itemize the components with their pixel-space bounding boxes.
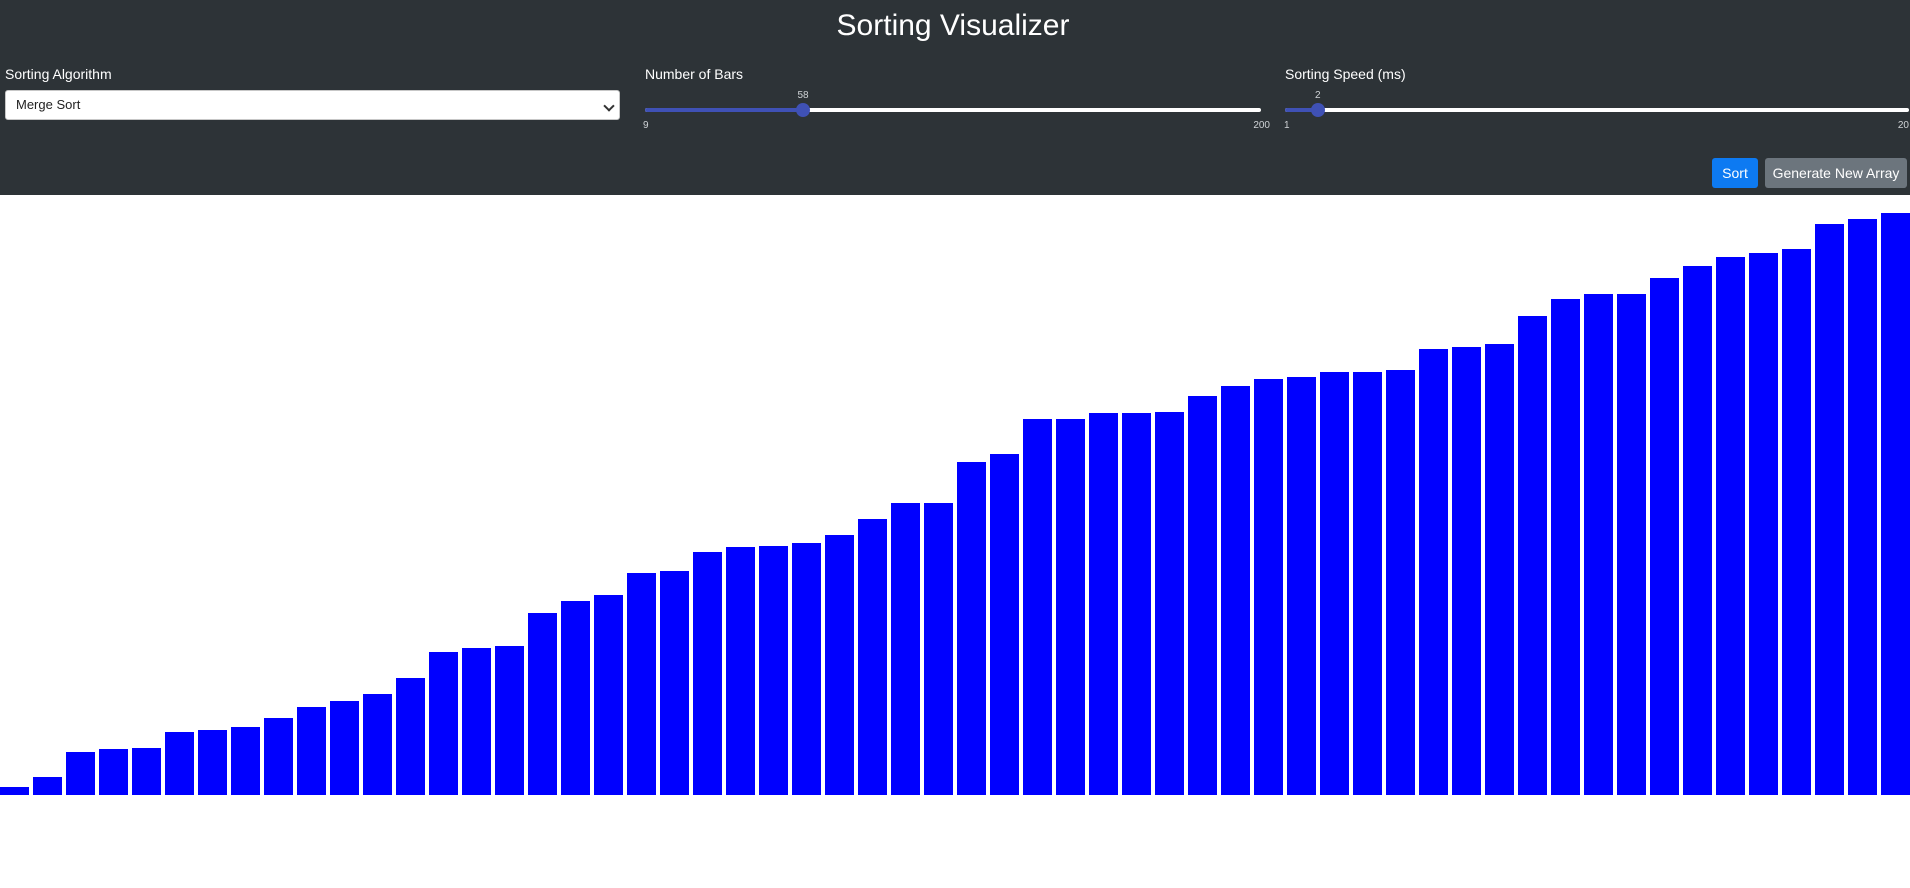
array-bar (363, 694, 392, 795)
array-bar (1551, 299, 1580, 795)
bars-min-label: 9 (643, 120, 649, 131)
bars-value-label: 58 (797, 90, 809, 101)
array-bar (1122, 413, 1151, 795)
array-bar (0, 787, 29, 795)
array-bar (1320, 372, 1349, 795)
array-bar (1716, 257, 1745, 795)
array-bar (1650, 278, 1679, 795)
speed-label: Sorting Speed (ms) (1285, 66, 1406, 82)
array-bar (99, 749, 128, 795)
array-bar (561, 601, 590, 795)
array-bar (1683, 266, 1712, 795)
chevron-down-icon (603, 100, 615, 112)
speed-slider[interactable]: 2 1 20 (1284, 88, 1909, 131)
array-bar (924, 503, 953, 795)
array-bar (66, 752, 95, 795)
array-bar (1221, 386, 1250, 795)
bars-max-label: 200 (1253, 120, 1270, 131)
array-bar (1155, 412, 1184, 795)
array-bar (264, 718, 293, 795)
array-bar (231, 727, 260, 795)
sort-button[interactable]: Sort (1712, 158, 1758, 188)
array-bar (858, 519, 887, 795)
array-bar (1584, 294, 1613, 795)
bars-slider[interactable]: 58 9 200 (643, 88, 1270, 131)
array-bar (132, 748, 161, 795)
array-bar (1287, 377, 1316, 795)
array-bar (759, 546, 788, 795)
array-bar (1881, 213, 1910, 795)
array-bar (1815, 224, 1844, 795)
array-bar (396, 678, 425, 795)
array-bar (1518, 316, 1547, 795)
array-bar (1023, 419, 1052, 795)
control-panel: Sorting Visualizer Sorting Algorithm Mer… (0, 0, 1910, 195)
speed-slider-thumb[interactable] (1310, 103, 1325, 117)
speed-slider-track[interactable] (1285, 108, 1909, 112)
array-bar (990, 454, 1019, 795)
array-bar (693, 552, 722, 795)
array-bar (1848, 219, 1877, 795)
array-bar (957, 462, 986, 795)
array-bar (33, 777, 62, 795)
array-bar (660, 571, 689, 795)
array-bar (1056, 419, 1085, 795)
array-bar (726, 547, 755, 795)
array-bar (627, 573, 656, 795)
algorithm-select[interactable]: Merge Sort (5, 90, 620, 120)
array-bar (1386, 370, 1415, 795)
array-bar (297, 707, 326, 795)
algorithm-label: Sorting Algorithm (5, 66, 112, 82)
generate-array-button[interactable]: Generate New Array (1765, 158, 1907, 188)
page-title: Sorting Visualizer (836, 9, 1070, 42)
array-bar (1452, 347, 1481, 795)
array-bar (792, 543, 821, 795)
array-bar (825, 535, 854, 795)
speed-max-label: 20 (1897, 120, 1909, 131)
algorithm-selected-value: Merge Sort (16, 97, 81, 112)
array-bar (165, 732, 194, 795)
array-bar (528, 613, 557, 795)
array-bar (1254, 379, 1283, 795)
array-bar (1419, 349, 1448, 795)
bars-slider-thumb[interactable] (796, 103, 811, 117)
array-bar (462, 648, 491, 795)
bars-container (0, 195, 1910, 795)
array-bar (891, 503, 920, 795)
speed-value-label: 2 (1315, 90, 1321, 101)
array-bar (1749, 253, 1778, 795)
bars-slider-fill (645, 108, 804, 112)
speed-min-label: 1 (1284, 120, 1290, 131)
bars-label: Number of Bars (645, 66, 744, 82)
array-bar (1617, 294, 1646, 795)
array-bar (1089, 413, 1118, 795)
array-bar (1782, 249, 1811, 795)
array-bar (1485, 344, 1514, 795)
array-bar (495, 646, 524, 795)
array-bar (198, 730, 227, 795)
array-bar (429, 652, 458, 795)
array-bar (1188, 396, 1217, 795)
array-bar (330, 701, 359, 795)
array-bar (1353, 372, 1382, 795)
array-bar (594, 595, 623, 795)
